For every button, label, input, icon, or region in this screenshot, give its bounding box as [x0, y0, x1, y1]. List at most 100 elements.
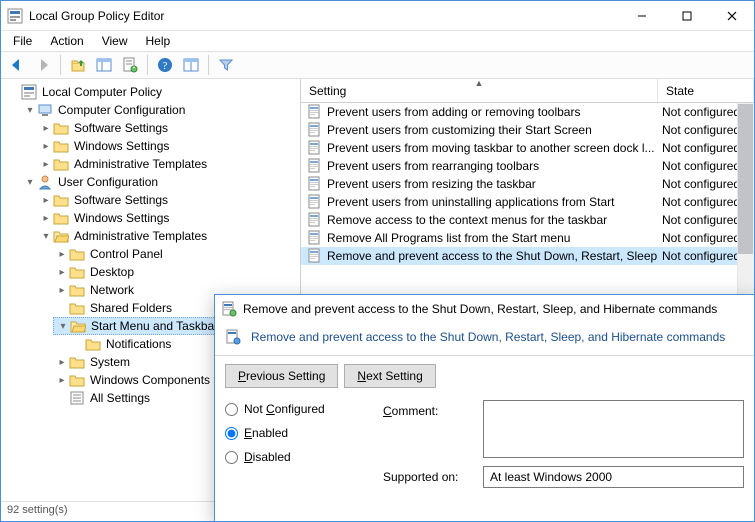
dialog-nav: Previous Setting Next Setting — [215, 356, 754, 396]
list-header: Setting ▲ State — [301, 79, 754, 103]
setting-icon — [307, 230, 323, 246]
list-row[interactable]: Prevent users from customizing their Sta… — [301, 121, 754, 139]
radio-not-configured[interactable]: Not Configured — [225, 402, 365, 416]
tree-cc-windows-settings[interactable]: ▸Windows Settings — [37, 137, 298, 155]
list-row[interactable]: Prevent users from rearranging toolbarsN… — [301, 157, 754, 175]
menu-view[interactable]: View — [94, 32, 136, 50]
minimize-button[interactable] — [619, 1, 664, 30]
expander-icon[interactable]: ▸ — [39, 141, 53, 152]
folder-icon — [69, 282, 85, 298]
list-cell-setting: Prevent users from resizing the taskbar — [301, 176, 658, 192]
list-row[interactable]: Prevent users from resizing the taskbarN… — [301, 175, 754, 193]
maximize-button[interactable] — [664, 1, 709, 30]
tree-label: Network — [88, 283, 136, 297]
folder-icon — [53, 138, 69, 154]
expander-icon[interactable]: ▸ — [39, 159, 53, 170]
column-setting[interactable]: Setting ▲ — [301, 79, 658, 102]
radio-disabled[interactable]: Disabled — [225, 450, 365, 464]
folder-icon — [69, 354, 85, 370]
dialog-title: Remove and prevent access to the Shut Do… — [243, 302, 717, 316]
tree-cc-software-settings[interactable]: ▸ Software Settings — [37, 119, 298, 137]
expander-icon[interactable]: ▾ — [39, 231, 53, 242]
list-row[interactable]: Prevent users from moving taskbar to ano… — [301, 139, 754, 157]
status-text: 92 setting(s) — [7, 504, 68, 516]
forward-button[interactable] — [31, 53, 55, 77]
app-icon — [7, 8, 23, 24]
expander-icon[interactable]: ▸ — [55, 357, 69, 368]
comment-label: Comment: — [383, 400, 473, 418]
dialog-titlebar[interactable]: Remove and prevent access to the Shut Do… — [215, 295, 754, 323]
next-setting-button[interactable]: Next Setting — [344, 364, 435, 388]
tree-label: Software Settings — [72, 121, 170, 135]
titlebar: Local Group Policy Editor — [1, 1, 754, 31]
tree-cc-admin-templates[interactable]: ▸ Administrative Templates — [37, 155, 298, 173]
expander-icon[interactable]: ▾ — [56, 321, 70, 332]
setting-name: Prevent users from rearranging toolbars — [327, 159, 539, 173]
list-row[interactable]: Prevent users from adding or removing to… — [301, 103, 754, 121]
up-button[interactable] — [66, 53, 90, 77]
folder-icon — [69, 372, 85, 388]
expander-icon[interactable]: ▸ — [55, 375, 69, 386]
expander-icon[interactable]: ▾ — [23, 177, 37, 188]
dialog-fields: Comment: Supported on: At least Windows … — [383, 396, 744, 488]
tree-label: Desktop — [88, 265, 136, 279]
setting-name: Prevent users from customizing their Sta… — [327, 123, 592, 137]
setting-icon — [307, 194, 323, 210]
policy-dialog: Remove and prevent access to the Shut Do… — [214, 294, 755, 522]
folder-icon — [85, 336, 101, 352]
tree-label: Notifications — [104, 337, 173, 351]
tree-desktop[interactable]: ▸ Desktop — [53, 263, 298, 281]
radio-enabled[interactable]: Enabled — [225, 426, 365, 440]
setting-icon — [307, 176, 323, 192]
list-cell-setting: Remove and prevent access to the Shut Do… — [301, 248, 658, 264]
expander-icon[interactable]: ▾ — [23, 105, 37, 116]
setting-icon — [307, 248, 323, 264]
comment-field[interactable] — [483, 400, 744, 458]
radio-input[interactable] — [225, 427, 238, 440]
list-row[interactable]: Prevent users from uninstalling applicat… — [301, 193, 754, 211]
folder-open-icon — [53, 228, 69, 244]
tree-user-configuration[interactable]: ▾ User Configuration — [21, 173, 298, 191]
show-hide-tree-button[interactable] — [92, 53, 116, 77]
window-title: Local Group Policy Editor — [29, 9, 619, 23]
radio-input[interactable] — [225, 451, 238, 464]
window-buttons — [619, 1, 754, 30]
menu-help[interactable]: Help — [138, 32, 179, 50]
previous-setting-button[interactable]: Previous Setting — [225, 364, 338, 388]
radio-input[interactable] — [225, 403, 238, 416]
list-row[interactable]: Remove access to the context menus for t… — [301, 211, 754, 229]
tree-root[interactable]: Local Computer Policy — [5, 83, 298, 101]
help-button[interactable]: ? — [153, 53, 177, 77]
policy-icon — [21, 84, 37, 100]
filter-button[interactable] — [214, 53, 238, 77]
tree-uc-software-settings[interactable]: ▸Software Settings — [37, 191, 298, 209]
list-row[interactable]: Remove All Programs list from the Start … — [301, 229, 754, 247]
column-state[interactable]: State — [658, 79, 754, 102]
properties-button[interactable] — [118, 53, 142, 77]
extended-view-button[interactable] — [179, 53, 203, 77]
setting-name: Remove and prevent access to the Shut Do… — [327, 249, 658, 263]
expander-icon[interactable]: ▸ — [55, 249, 69, 260]
tree-control-panel[interactable]: ▸Control Panel — [53, 245, 298, 263]
policy-state-radios: Not Configured Enabled Disabled — [225, 396, 365, 488]
expander-icon[interactable]: ▸ — [55, 285, 69, 296]
menu-file[interactable]: File — [5, 32, 40, 50]
close-button[interactable] — [709, 1, 754, 30]
tree-uc-windows-settings[interactable]: ▸Windows Settings — [37, 209, 298, 227]
setting-icon — [307, 122, 323, 138]
folder-icon — [53, 156, 69, 172]
expander-icon[interactable]: ▸ — [55, 267, 69, 278]
tree-label: Administrative Templates — [72, 157, 209, 171]
expander-icon[interactable]: ▸ — [39, 213, 53, 224]
expander-icon[interactable]: ▸ — [39, 195, 53, 206]
back-button[interactable] — [5, 53, 29, 77]
scroll-thumb[interactable] — [738, 104, 753, 254]
expander-icon[interactable]: ▸ — [39, 123, 53, 134]
list-row[interactable]: Remove and prevent access to the Shut Do… — [301, 247, 754, 265]
tree-computer-configuration[interactable]: ▾ Computer Configuration — [21, 101, 298, 119]
setting-name: Prevent users from resizing the taskbar — [327, 177, 536, 191]
tree-uc-admin-templates[interactable]: ▾Administrative Templates — [37, 227, 298, 245]
menu-action[interactable]: Action — [42, 32, 91, 50]
tree-label: Computer Configuration — [56, 103, 187, 117]
sort-asc-icon: ▲ — [475, 78, 484, 88]
